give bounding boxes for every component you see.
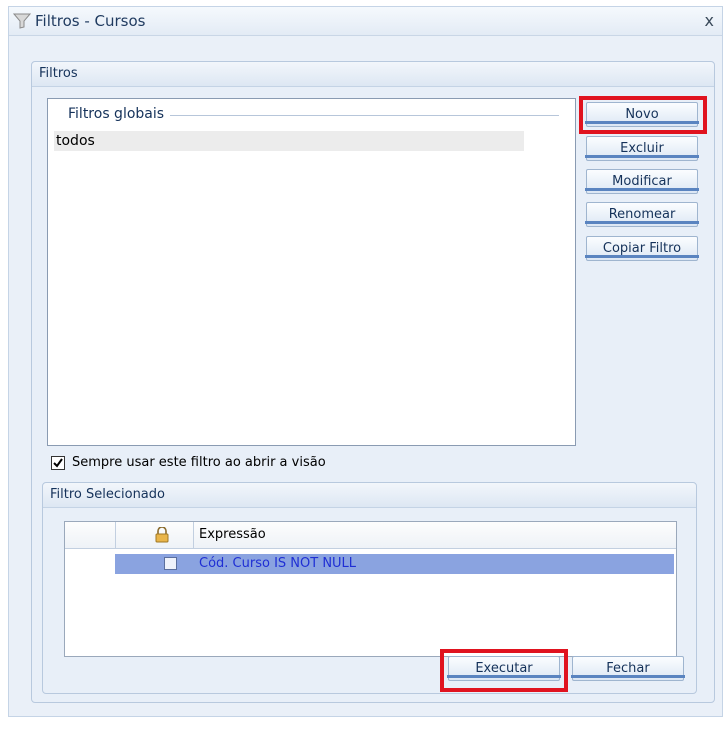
grid-header-expression[interactable]: Expressão — [193, 522, 669, 548]
novo-button[interactable]: Novo — [585, 102, 699, 127]
selected-filter-group: Filtro Selecionado Expressão Cód. Curso … — [42, 482, 697, 694]
filters-group-title: Filtros — [39, 66, 78, 81]
fechar-button[interactable]: Fechar — [571, 656, 685, 681]
table-row[interactable]: Cód. Curso IS NOT NULL — [115, 554, 674, 574]
checkmark-icon — [53, 458, 63, 468]
always-use-checkbox[interactable] — [51, 456, 65, 470]
global-filters-list[interactable]: Filtros globais todos — [47, 98, 576, 446]
grid-header: Expressão — [65, 522, 676, 549]
global-filters-caption: Filtros globais — [68, 106, 171, 122]
expression-grid[interactable]: Expressão Cód. Curso IS NOT NULL — [64, 521, 677, 657]
row-expression: Cód. Curso IS NOT NULL — [199, 556, 357, 571]
filter-icon — [13, 13, 31, 29]
filters-group: Filtros Filtros globais todos Novo Exclu… — [31, 61, 715, 703]
selected-filter-title: Filtro Selecionado — [50, 487, 165, 502]
close-icon[interactable]: x — [705, 11, 714, 30]
excluir-button[interactable]: Excluir — [585, 136, 699, 161]
grid-header-blank — [65, 522, 116, 548]
row-lock-checkbox[interactable] — [164, 557, 177, 570]
grid-header-lock — [115, 522, 194, 548]
executar-button[interactable]: Executar — [447, 656, 561, 681]
always-use-label: Sempre usar este filtro ao abrir a visão — [72, 455, 326, 470]
window-title: Filtros - Cursos — [35, 12, 146, 30]
lock-icon — [155, 527, 169, 543]
title-bar: Filtros - Cursos x — [9, 7, 722, 36]
modificar-button[interactable]: Modificar — [585, 169, 699, 194]
copiar-filtro-button[interactable]: Copiar Filtro — [585, 236, 699, 261]
list-item[interactable]: todos — [54, 131, 524, 151]
renomear-button[interactable]: Renomear — [585, 202, 699, 227]
filters-dialog: Filtros - Cursos x Filtros Filtros globa… — [8, 6, 723, 717]
